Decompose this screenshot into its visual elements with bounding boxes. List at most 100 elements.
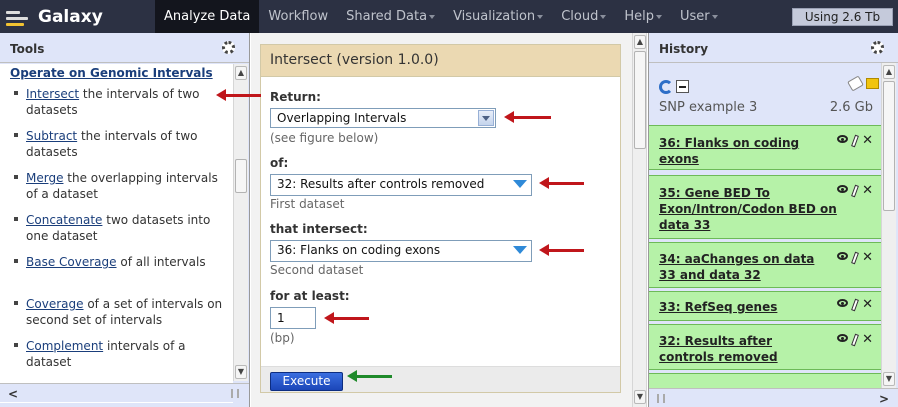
- bullet-icon: [14, 133, 18, 137]
- dataset-title[interactable]: 32: Results after controls removed: [659, 333, 809, 365]
- dropdown-arrow-icon[interactable]: [513, 180, 527, 188]
- dataset-title[interactable]: 36: Flanks on coding exons: [659, 135, 819, 167]
- dataset-title[interactable]: 35: Gene BED To Exon/Intron/Codon BED on…: [659, 185, 849, 233]
- form-title: Intersect (version 1.0.0): [261, 45, 620, 77]
- history-name[interactable]: SNP example 3: [659, 100, 757, 115]
- tab-user[interactable]: User: [671, 0, 727, 33]
- scroll-down-icon[interactable]: ▼: [634, 390, 646, 404]
- dataset-item[interactable]: 33: RefSeq genes ✕: [649, 291, 881, 321]
- min-overlap-input[interactable]: [270, 307, 316, 329]
- pencil-icon[interactable]: [851, 184, 860, 198]
- tool-item-base-coverage: Base Coverage of all intervals: [26, 254, 226, 270]
- bullet-icon: [14, 301, 18, 305]
- tool-link-complement[interactable]: Complement: [26, 339, 103, 353]
- pencil-icon[interactable]: [851, 251, 860, 265]
- tool-link-concatenate[interactable]: Concatenate: [26, 213, 102, 227]
- collapse-icon[interactable]: [676, 80, 689, 93]
- scroll-up-icon[interactable]: ▲: [883, 65, 895, 79]
- delete-icon[interactable]: ✕: [862, 298, 873, 311]
- dataset-item[interactable]: 35: Gene BED To Exon/Intron/Codon BED on…: [649, 175, 881, 239]
- tab-shared-data[interactable]: Shared Data: [337, 0, 444, 33]
- delete-icon[interactable]: ✕: [862, 184, 873, 197]
- tab-analyze-data[interactable]: Analyze Data: [155, 0, 260, 33]
- delete-icon[interactable]: ✕: [862, 134, 873, 147]
- annotation-icon[interactable]: [866, 78, 879, 89]
- history-size: 2.6 Gb: [829, 100, 873, 115]
- eye-icon[interactable]: [837, 334, 849, 342]
- tool-link-intersect[interactable]: Intersect: [26, 87, 79, 101]
- tools-title: Tools: [10, 42, 45, 56]
- scroll-thumb[interactable]: [235, 159, 247, 193]
- tool-section-title[interactable]: Operate on Genomic Intervals: [10, 66, 213, 80]
- tools-scrollbar[interactable]: ▲ ▼: [233, 64, 248, 381]
- caret-down-icon: [655, 14, 662, 19]
- dataset-item[interactable]: 36: Flanks on coding exons ✕: [649, 125, 881, 170]
- dataset-title[interactable]: 33: RefSeq genes: [659, 299, 819, 315]
- eye-icon[interactable]: [837, 299, 849, 307]
- main-nav: Analyze Data Workflow Shared Data Visual…: [155, 0, 727, 33]
- scroll-thumb[interactable]: [634, 51, 646, 149]
- tab-visualization[interactable]: Visualization: [444, 0, 552, 33]
- brand[interactable]: Galaxy: [6, 4, 103, 30]
- tab-workflow[interactable]: Workflow: [259, 0, 337, 33]
- gear-icon[interactable]: [222, 41, 235, 54]
- scroll-thumb[interactable]: [883, 81, 895, 211]
- tab-cloud[interactable]: Cloud: [552, 0, 615, 33]
- delete-icon[interactable]: ✕: [862, 251, 873, 264]
- first-dataset-value: 32: Results after controls removed: [277, 177, 485, 191]
- dataset-item[interactable]: [649, 373, 881, 388]
- galaxy-logo-icon: [6, 7, 30, 27]
- scroll-up-icon[interactable]: ▲: [634, 35, 646, 49]
- tab-label: Visualization: [453, 9, 536, 24]
- eye-icon[interactable]: [837, 252, 849, 260]
- intersect-label: that intersect:: [270, 222, 368, 236]
- return-select[interactable]: Overlapping Intervals: [270, 108, 496, 128]
- eye-icon[interactable]: [837, 135, 849, 143]
- pencil-icon[interactable]: [851, 298, 860, 312]
- tag-icon[interactable]: [847, 75, 864, 92]
- scroll-down-icon[interactable]: ▼: [235, 365, 247, 379]
- tool-link-merge[interactable]: Merge: [26, 171, 63, 185]
- tools-collapse-bar: <: [0, 383, 249, 402]
- scroll-up-icon[interactable]: ▲: [235, 66, 247, 80]
- tab-help[interactable]: Help: [615, 0, 671, 33]
- tool-item-complement: Complement intervals of a dataset: [26, 338, 226, 370]
- at-least-label: for at least:: [270, 289, 350, 303]
- grip-icon[interactable]: [657, 394, 665, 403]
- second-dataset-select[interactable]: 36: Flanks on coding exons: [270, 240, 532, 262]
- pencil-icon[interactable]: [851, 333, 860, 347]
- dataset-title[interactable]: 34: aaChanges on data 33 and data 32: [659, 251, 819, 283]
- chevron-left-icon[interactable]: <: [8, 387, 18, 401]
- bullet-icon: [14, 343, 18, 347]
- grip-icon[interactable]: [231, 389, 239, 398]
- refresh-icon[interactable]: [659, 80, 673, 94]
- chevron-right-icon[interactable]: >: [879, 392, 889, 406]
- chevron-down-icon[interactable]: [478, 110, 494, 126]
- history-scrollbar[interactable]: ▲ ▼: [881, 63, 896, 388]
- execute-button[interactable]: Execute: [270, 372, 343, 391]
- history-title: History: [659, 42, 709, 56]
- tool-list: Operate on Genomic Intervals Intersect t…: [0, 64, 233, 403]
- tab-label: Workflow: [268, 9, 329, 24]
- execute-bar: Execute: [261, 366, 620, 392]
- tool-link-subtract[interactable]: Subtract: [26, 129, 77, 143]
- pencil-icon[interactable]: [851, 134, 860, 148]
- masthead: Galaxy Analyze Data Workflow Shared Data…: [0, 0, 898, 33]
- dataset-item[interactable]: 32: Results after controls removed ✕: [649, 324, 881, 370]
- delete-icon[interactable]: ✕: [862, 333, 873, 346]
- tool-link-coverage[interactable]: Coverage: [26, 297, 84, 311]
- annotation-arrow-icon: [324, 312, 369, 324]
- tool-link-base-coverage[interactable]: Base Coverage: [26, 255, 117, 269]
- gear-icon[interactable]: [871, 41, 884, 54]
- dataset-item[interactable]: 34: aaChanges on data 33 and data 32 ✕: [649, 242, 881, 288]
- scroll-down-icon[interactable]: ▼: [883, 372, 895, 386]
- eye-icon[interactable]: [837, 185, 849, 193]
- tool-desc: of all intervals: [116, 255, 206, 269]
- bullet-icon: [14, 259, 18, 263]
- center-scrollbar[interactable]: ▲ ▼: [632, 33, 647, 407]
- tab-label: Shared Data: [346, 9, 428, 24]
- min-overlap-help: (bp): [270, 331, 295, 345]
- first-dataset-select[interactable]: 32: Results after controls removed: [270, 174, 532, 196]
- dropdown-arrow-icon[interactable]: [513, 246, 527, 254]
- history-collapse-bar: >: [649, 388, 898, 407]
